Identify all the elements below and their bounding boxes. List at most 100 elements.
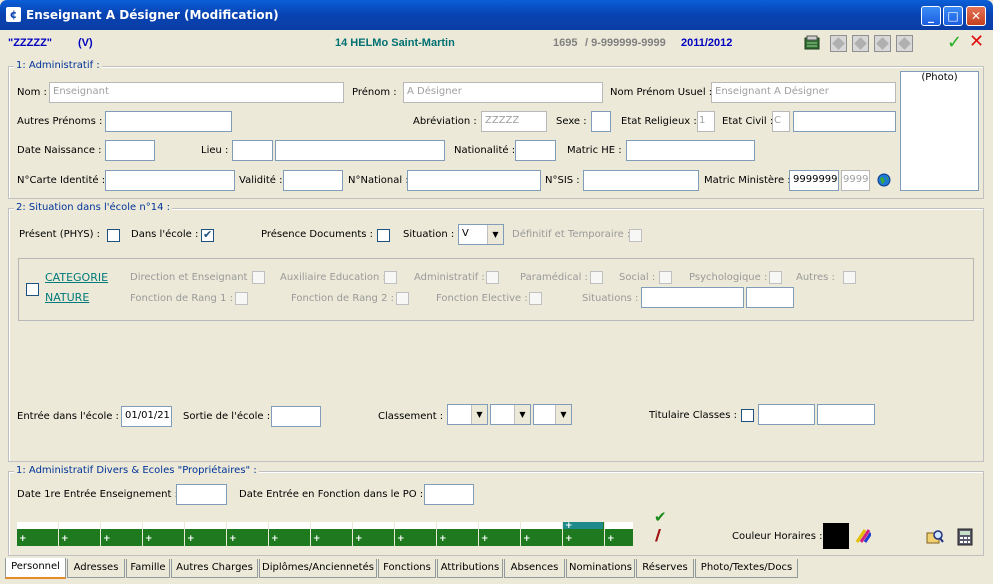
- auxiliaire-checkbox[interactable]: [384, 271, 397, 284]
- category-checkbox[interactable]: [26, 283, 39, 296]
- timeline-segment[interactable]: +: [17, 522, 59, 546]
- school-year: 2011/2012: [681, 37, 733, 49]
- psycho-checkbox[interactable]: [769, 271, 782, 284]
- situations-field[interactable]: [641, 287, 744, 308]
- timeline-segment-top: [143, 522, 184, 530]
- sis-field[interactable]: [583, 170, 699, 191]
- documents-checkbox[interactable]: [377, 229, 390, 242]
- ministere-field[interactable]: 9999999: [789, 170, 839, 191]
- titulaire-field-1[interactable]: [758, 404, 815, 425]
- search-document-icon[interactable]: [926, 528, 944, 546]
- titulaire-field-2[interactable]: [817, 404, 875, 425]
- timeline-segment[interactable]: +: [143, 522, 185, 546]
- tab-adresses[interactable]: Adresses: [67, 559, 125, 578]
- lieu-code-field[interactable]: [232, 140, 273, 161]
- tab-fonctions[interactable]: Fonctions: [378, 559, 436, 578]
- national-field[interactable]: [407, 170, 541, 191]
- nav-first-button[interactable]: [830, 35, 847, 52]
- sortie-field[interactable]: [271, 406, 321, 427]
- chevron-down-icon[interactable]: ▼: [487, 225, 503, 244]
- autres-cat-checkbox[interactable]: [843, 271, 856, 284]
- classement-select-2[interactable]: ▼: [490, 404, 531, 425]
- close-icon[interactable]: ✕: [969, 31, 984, 52]
- timeline-segment[interactable]: +: [269, 522, 311, 546]
- classement-select-3[interactable]: ▼: [533, 404, 572, 425]
- situations-field-2[interactable]: [746, 287, 794, 308]
- usuel-field[interactable]: Enseignant A Désigner: [711, 82, 896, 103]
- timeline-segment[interactable]: +: [101, 522, 143, 546]
- timeline-segment[interactable]: +: [311, 522, 353, 546]
- nav-prev-button[interactable]: [852, 35, 869, 52]
- minimize-button[interactable]: _: [921, 6, 941, 26]
- color-swatch[interactable]: [823, 523, 849, 549]
- rang1-checkbox[interactable]: [235, 292, 248, 305]
- date1-field[interactable]: [176, 484, 227, 505]
- photo-box[interactable]: (Photo): [900, 71, 979, 191]
- lieu-field[interactable]: [275, 140, 445, 161]
- nav-last-button[interactable]: [896, 35, 913, 52]
- datefn-field[interactable]: [424, 484, 474, 505]
- tab-nominations[interactable]: Nominations: [566, 559, 635, 578]
- checkmark-icon[interactable]: ✓: [947, 32, 962, 53]
- direction-checkbox[interactable]: [252, 271, 265, 284]
- timeline-segment[interactable]: +: [185, 522, 227, 546]
- nav-next-button[interactable]: [874, 35, 891, 52]
- app-icon[interactable]: ¢: [6, 7, 21, 22]
- globe-icon[interactable]: [877, 173, 891, 187]
- chevron-down-icon[interactable]: ▼: [555, 405, 571, 424]
- close-window-button[interactable]: ✕: [966, 6, 986, 26]
- database-icon[interactable]: [803, 34, 821, 52]
- timeline-segment[interactable]: +: [605, 522, 634, 546]
- tab-absences[interactable]: Absences: [504, 559, 565, 578]
- palette-icon[interactable]: [855, 528, 873, 544]
- ministere-field-2[interactable]: 9999: [841, 170, 870, 191]
- timeline-segment[interactable]: +: [479, 522, 521, 546]
- chevron-down-icon[interactable]: ▼: [471, 405, 487, 424]
- timeline-segment[interactable]: +: [521, 522, 563, 546]
- validite-field[interactable]: [283, 170, 343, 191]
- matric-he-field[interactable]: [626, 140, 755, 161]
- tab-photo-textes[interactable]: Photo/Textes/Docs: [695, 559, 798, 578]
- timeline-segment[interactable]: +: [437, 522, 479, 546]
- tab-reserves[interactable]: Réserves: [636, 559, 694, 578]
- tab-diplomes[interactable]: Diplômes/Anciennetés: [259, 559, 377, 578]
- chevron-down-icon[interactable]: ▼: [514, 405, 530, 424]
- tab-autres-charges[interactable]: Autres Charges: [171, 559, 258, 578]
- etat-civil-code[interactable]: C: [772, 111, 790, 132]
- classement-select-1[interactable]: ▼: [447, 404, 488, 425]
- prenom-field[interactable]: A Désigner: [403, 82, 603, 103]
- situation-select[interactable]: V ▼: [458, 224, 504, 245]
- rang2-checkbox[interactable]: [396, 292, 409, 305]
- timeline-segment[interactable]: +: [395, 522, 437, 546]
- carte-identite-field[interactable]: [105, 170, 235, 191]
- nature-link[interactable]: NATURE: [45, 291, 89, 304]
- naissance-field[interactable]: [105, 140, 155, 161]
- categorie-link[interactable]: CATEGORIE: [45, 271, 108, 284]
- timeline-segment[interactable]: +: [59, 522, 101, 546]
- titulaire-checkbox[interactable]: [741, 409, 754, 422]
- abreviation-field[interactable]: ZZZZZ: [481, 111, 547, 132]
- autres-prenoms-field[interactable]: [105, 111, 232, 132]
- definitif-checkbox[interactable]: [629, 229, 642, 242]
- slash-icon[interactable]: //: [655, 526, 661, 544]
- validate-icon[interactable]: ✔: [654, 508, 667, 526]
- tab-attributions[interactable]: Attributions: [437, 559, 503, 578]
- sexe-field[interactable]: [591, 111, 611, 132]
- calculator-icon[interactable]: [957, 528, 973, 546]
- paramedical-checkbox[interactable]: [590, 271, 603, 284]
- timeline-segment[interactable]: +: [227, 522, 269, 546]
- dans-ecole-checkbox[interactable]: [201, 228, 214, 242]
- etat-civil-field[interactable]: [793, 111, 896, 132]
- maximize-button[interactable]: □: [943, 6, 963, 26]
- entree-field[interactable]: 01/01/21: [121, 406, 172, 427]
- tab-famille[interactable]: Famille: [126, 559, 170, 578]
- elective-checkbox[interactable]: [529, 292, 542, 305]
- nationalite-field[interactable]: [515, 140, 556, 161]
- timeline-segment[interactable]: +: [353, 522, 395, 546]
- administratif-checkbox[interactable]: [486, 271, 499, 284]
- etat-religieux-field[interactable]: 1: [697, 111, 715, 132]
- present-checkbox[interactable]: [107, 229, 120, 242]
- nom-field[interactable]: Enseignant: [49, 82, 344, 103]
- social-checkbox[interactable]: [659, 271, 672, 284]
- tab-personnel[interactable]: Personnel: [5, 558, 66, 579]
